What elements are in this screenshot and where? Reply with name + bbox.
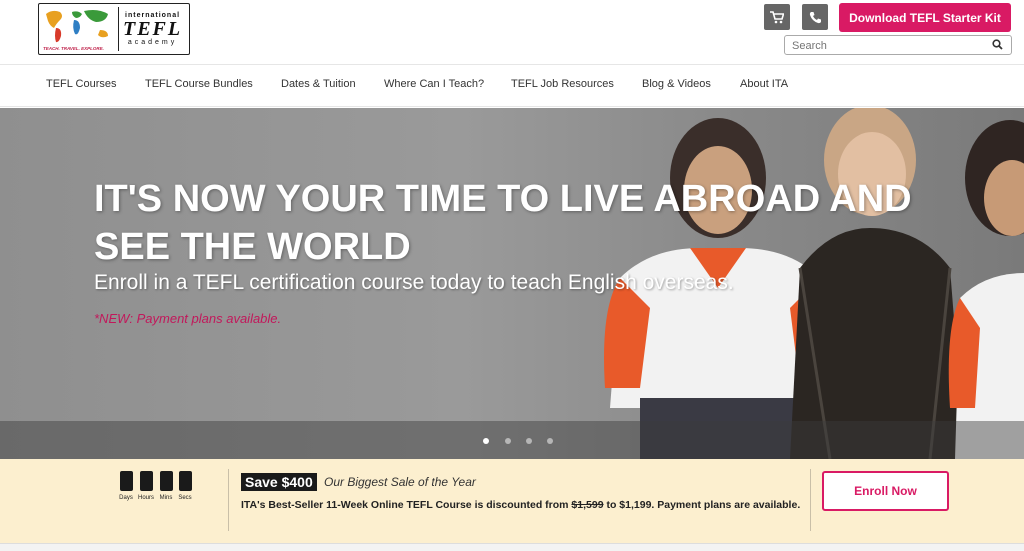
- promo-desc-text: ITA's Best-Seller 11-Week Online TEFL Co…: [241, 499, 572, 511]
- nav-item-tefl-courses[interactable]: TEFL Courses: [46, 78, 117, 90]
- timer-secs: [179, 471, 192, 491]
- logo-text: international TEFL academy: [123, 12, 182, 46]
- site-logo[interactable]: international TEFL academy TEACH. TRAVEL…: [38, 3, 190, 55]
- search-input[interactable]: [785, 37, 985, 55]
- logo-bottom-text: academy: [127, 39, 178, 46]
- old-price: $1,599: [571, 499, 604, 511]
- nav-item-course-bundles[interactable]: TEFL Course Bundles: [145, 78, 253, 90]
- phone-icon: [809, 11, 821, 23]
- carousel-controls: [0, 421, 1024, 459]
- nav-item-dates-tuition[interactable]: Dates & Tuition: [281, 78, 356, 90]
- logo-divider: [118, 7, 119, 51]
- cart-icon: [770, 10, 784, 23]
- logo-tagline: TEACH. TRAVEL. EXPLORE.: [43, 46, 104, 51]
- main-nav: TEFL Courses TEFL Course Bundles Dates &…: [0, 64, 1024, 107]
- hero-title: IT'S NOW YOUR TIME TO LIVE ABROAD AND SE…: [94, 178, 912, 268]
- phone-button[interactable]: [802, 4, 828, 30]
- cart-button[interactable]: [764, 4, 790, 30]
- promo-divider-left: [228, 469, 229, 531]
- download-starter-kit-button[interactable]: Download TEFL Starter Kit: [839, 3, 1011, 32]
- search-icon[interactable]: [992, 39, 1003, 50]
- timer-hours: [140, 471, 153, 491]
- site-header: international TEFL academy TEACH. TRAVEL…: [0, 0, 1024, 64]
- timer-days: [120, 471, 133, 491]
- carousel-dot-2[interactable]: [505, 438, 511, 444]
- logo-main-text: TEFL: [123, 18, 183, 40]
- carousel-dot-3[interactable]: [526, 438, 532, 444]
- nav-item-about[interactable]: About ITA: [740, 78, 788, 90]
- hero-carousel: IT'S NOW YOUR TIME TO LIVE ABROAD AND SE…: [0, 108, 1024, 459]
- page-bottom-strip: [0, 543, 1024, 551]
- save-badge: Save $400: [241, 473, 317, 491]
- promo-description: ITA's Best-Seller 11-Week Online TEFL Co…: [241, 496, 801, 514]
- enroll-now-button[interactable]: Enroll Now: [822, 471, 949, 511]
- timer-label-secs: Secs: [178, 495, 192, 501]
- carousel-dot-4[interactable]: [547, 438, 553, 444]
- save-subtitle: Our Biggest Sale of the Year: [324, 475, 476, 489]
- hero-subtitle: Enroll in a TEFL certification course to…: [94, 271, 734, 294]
- promo-banner: Days Hours Mins Secs Save $400 Our Bigge…: [0, 459, 1024, 543]
- timer-mins: [160, 471, 173, 491]
- carousel-dot-1[interactable]: [483, 438, 489, 444]
- promo-desc-text-2: to $1,199. Payment plans are available.: [603, 499, 801, 511]
- nav-item-job-resources[interactable]: TEFL Job Resources: [511, 78, 614, 90]
- hero-payment-note: *NEW: Payment plans available.: [94, 311, 282, 326]
- search-box: [784, 35, 1012, 55]
- promo-divider-right: [810, 469, 811, 531]
- nav-item-where-can-i-teach[interactable]: Where Can I Teach?: [384, 78, 484, 90]
- nav-item-blog-videos[interactable]: Blog & Videos: [642, 78, 711, 90]
